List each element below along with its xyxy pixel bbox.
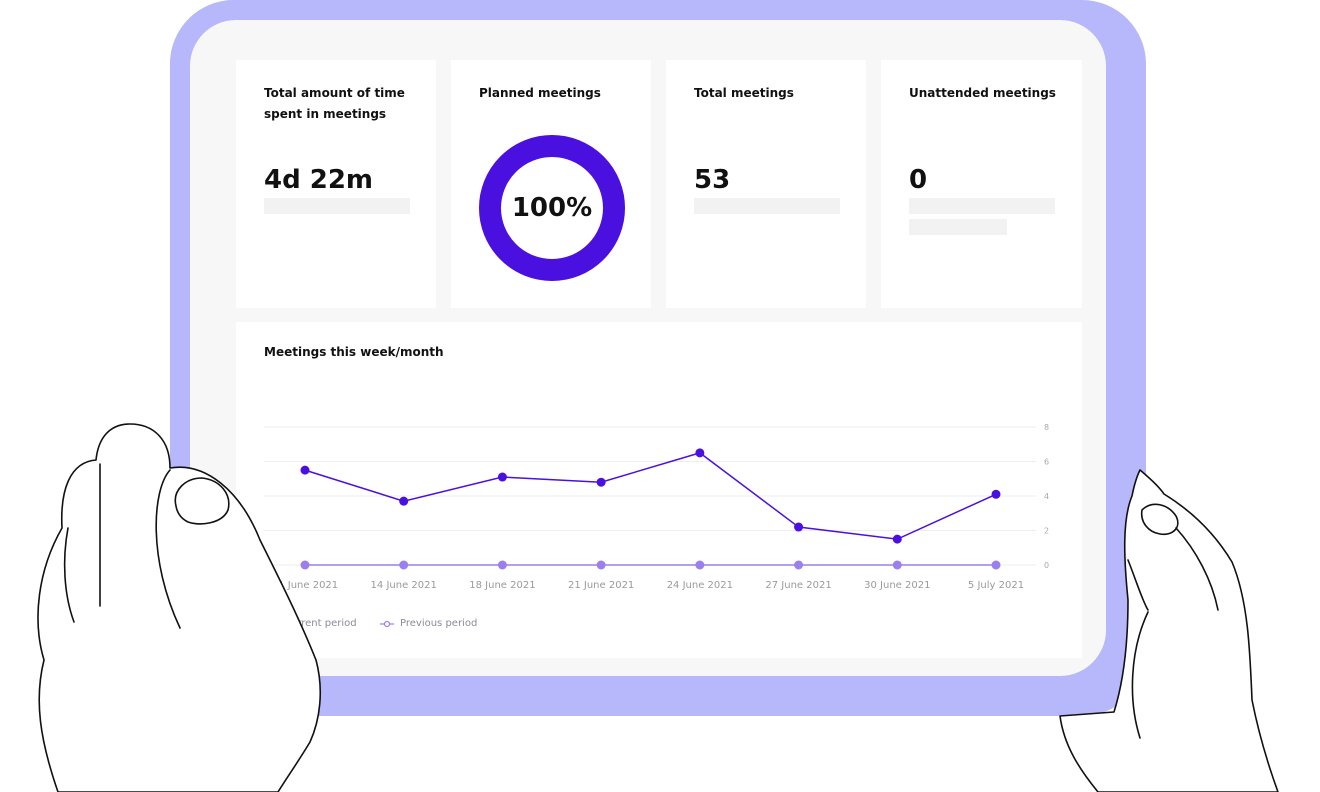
x-tick-label: 14 June 2021 [371, 580, 437, 591]
data-point-previous [892, 560, 902, 570]
skeleton-bar [694, 198, 840, 214]
x-tick-label: 21 June 2021 [568, 580, 634, 591]
data-point-previous [399, 560, 409, 570]
x-tick-label: 24 June 2021 [667, 580, 733, 591]
data-point-current [991, 489, 1001, 499]
data-point-current [497, 472, 507, 482]
skeleton-bar [264, 198, 410, 214]
total-meetings-card: Total meetings 53 [666, 60, 866, 308]
data-point-previous [794, 560, 804, 570]
time-spent-card: Total amount of time spent in meetings 4… [236, 60, 436, 308]
planned-meetings-value: 100% [511, 193, 593, 223]
legend-previous-label: Previous period [400, 618, 478, 629]
right-thumb-nail [1140, 503, 1179, 536]
x-tick-label: 27 June 2021 [765, 580, 831, 591]
data-point-previous [497, 560, 507, 570]
tablet-frame: Total amount of time spent in meetings 4… [170, 0, 1126, 696]
skeleton-bar [909, 219, 1007, 235]
dashboard-screen: Total amount of time spent in meetings 4… [190, 20, 1106, 676]
data-point-current [596, 477, 606, 487]
total-meetings-value: 53 [694, 165, 731, 195]
data-point-current [300, 465, 310, 475]
y-tick-label: 2 [1044, 527, 1049, 536]
meetings-chart-card: Meetings this week/month 0 2 4 6 8 11 June 20… [236, 322, 1082, 658]
time-spent-title: Total amount of time spent in meetings [264, 86, 405, 121]
legend-previous-period[interactable]: Previous period [380, 618, 477, 629]
unattended-meetings-value: 0 [909, 165, 928, 195]
skeleton-bar [909, 198, 1055, 214]
data-point-previous [695, 560, 705, 570]
y-tick-label: 4 [1044, 492, 1049, 501]
unattended-meetings-title: Unattended meetings [909, 86, 1056, 100]
x-tick-label: 18 June 2021 [469, 580, 535, 591]
unattended-meetings-card: Unattended meetings 0 [881, 60, 1082, 308]
data-point-current [695, 448, 705, 458]
y-tick-label: 8 [1044, 423, 1049, 432]
y-tick-label: 6 [1044, 458, 1049, 467]
legend-current-period[interactable]: Current period [264, 618, 357, 629]
planned-meetings-card: Planned meetings 100% [451, 60, 651, 308]
x-tick-label: 30 June 2021 [864, 580, 930, 591]
planned-donut-chart: 100% [479, 135, 625, 281]
time-spent-value: 4d 22m [264, 165, 374, 195]
total-meetings-title: Total meetings [694, 86, 794, 100]
x-tick-label: 11 June 2021 [272, 580, 338, 591]
meetings-line-chart: 0 2 4 6 8 11 June 2021 14 June 2021 18 June 202… [264, 423, 1049, 591]
legend-current-label: Current period [284, 618, 357, 629]
data-point-previous [300, 560, 310, 570]
data-point-current [794, 522, 804, 532]
x-tick-label: 5 July 2021 [968, 580, 1024, 591]
y-tick-label: 0 [1044, 561, 1049, 570]
data-point-current [892, 534, 902, 544]
data-point-current [399, 496, 409, 506]
data-point-previous [991, 560, 1001, 570]
data-point-previous [596, 560, 606, 570]
planned-meetings-title: Planned meetings [479, 86, 601, 100]
